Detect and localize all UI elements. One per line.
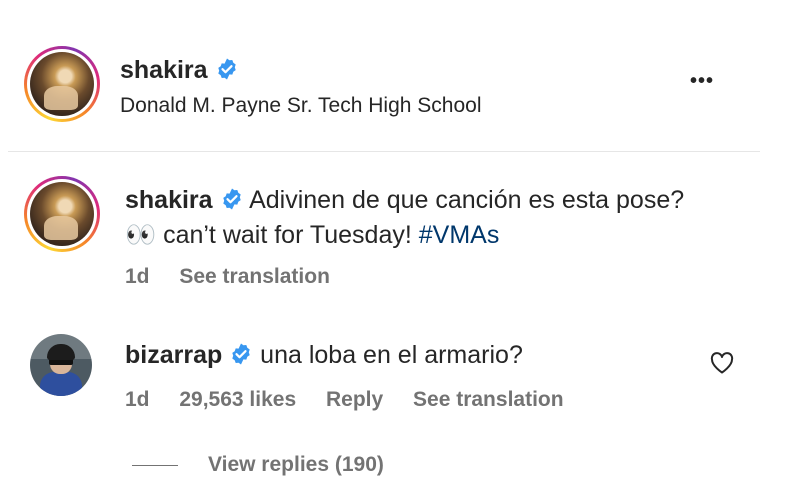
shakira-profile-photo: [30, 182, 94, 246]
caption-hashtag[interactable]: #VMAs: [419, 221, 500, 249]
header-divider: [8, 151, 760, 152]
verified-badge-icon: [217, 58, 236, 80]
caption-text-block: shakira Adivinen de que canción es esta …: [125, 183, 685, 253]
caption-meta: 1d See translation: [125, 265, 354, 289]
comment-avatar[interactable]: [30, 334, 92, 396]
caption-avatar-border: [27, 179, 97, 249]
header-avatar[interactable]: [24, 46, 100, 122]
view-replies-line: [132, 465, 178, 466]
comment-text-block: bizarrap una loba en el armario?: [125, 341, 523, 370]
comment-username[interactable]: bizarrap: [125, 341, 222, 369]
comment-reply-button[interactable]: Reply: [326, 388, 383, 411]
more-options-icon[interactable]: •••: [690, 70, 714, 93]
comment-text: una loba en el armario?: [260, 341, 523, 369]
verified-badge-icon: [232, 343, 250, 365]
caption-time: 1d: [125, 265, 150, 288]
comment-see-translation[interactable]: See translation: [413, 388, 564, 411]
bizarrap-profile-photo: [30, 334, 92, 396]
caption-username[interactable]: shakira: [125, 186, 213, 214]
comment-likes[interactable]: 29,563 likes: [179, 388, 296, 411]
comment-meta: 1d 29,563 likes Reply See translation: [125, 388, 588, 412]
verified-badge-icon: [222, 188, 241, 210]
view-replies-button[interactable]: View replies (190): [208, 453, 384, 477]
header-username[interactable]: shakira: [120, 56, 208, 84]
header-avatar-border: [27, 49, 97, 119]
caption-avatar[interactable]: [24, 176, 100, 252]
header-username-row: shakira: [120, 56, 239, 85]
heart-icon[interactable]: [710, 352, 734, 374]
shakira-profile-photo: [30, 52, 94, 116]
comment-time: 1d: [125, 388, 150, 411]
header-location[interactable]: Donald M. Payne Sr. Tech High School: [120, 94, 481, 118]
caption-see-translation[interactable]: See translation: [179, 265, 330, 288]
